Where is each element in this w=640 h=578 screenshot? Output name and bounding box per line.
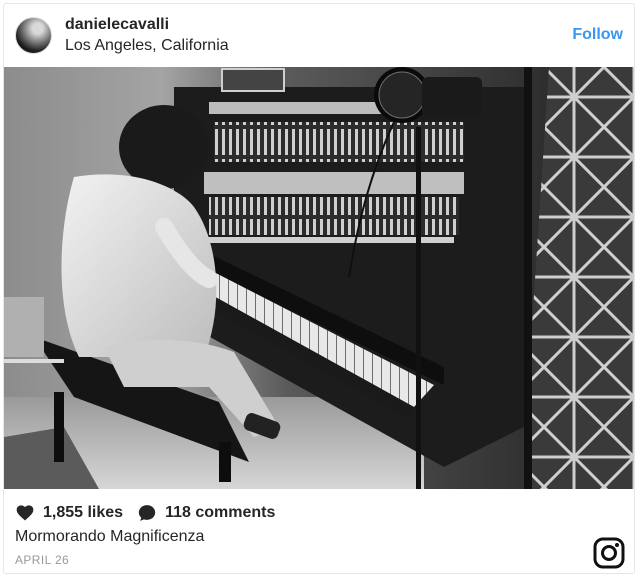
location-label[interactable]: Los Angeles, California: [65, 37, 229, 55]
follow-button[interactable]: Follow: [572, 26, 623, 44]
username[interactable]: danielecavalli: [65, 16, 169, 34]
post-caption: Mormorando Magnificenza: [15, 528, 205, 545]
post-date[interactable]: APRIL 26: [15, 553, 69, 567]
post-photo[interactable]: [4, 67, 634, 489]
likes-count[interactable]: 1,855 likes: [43, 504, 123, 522]
heart-icon[interactable]: [15, 503, 35, 523]
comments-count[interactable]: 118 comments: [165, 504, 275, 522]
piano-photo-illustration: [4, 67, 634, 489]
avatar[interactable]: [15, 17, 52, 54]
instagram-post-card: danielecavalli Los Angeles, California F…: [3, 3, 635, 574]
post-header: danielecavalli Los Angeles, California F…: [4, 4, 634, 68]
instagram-icon[interactable]: [593, 537, 625, 569]
comment-bubble-icon[interactable]: [137, 503, 157, 523]
post-footer: 1,855 likes 118 comments Mormorando Magn…: [4, 489, 634, 575]
engagement-stats: 1,855 likes 118 comments: [15, 503, 289, 523]
